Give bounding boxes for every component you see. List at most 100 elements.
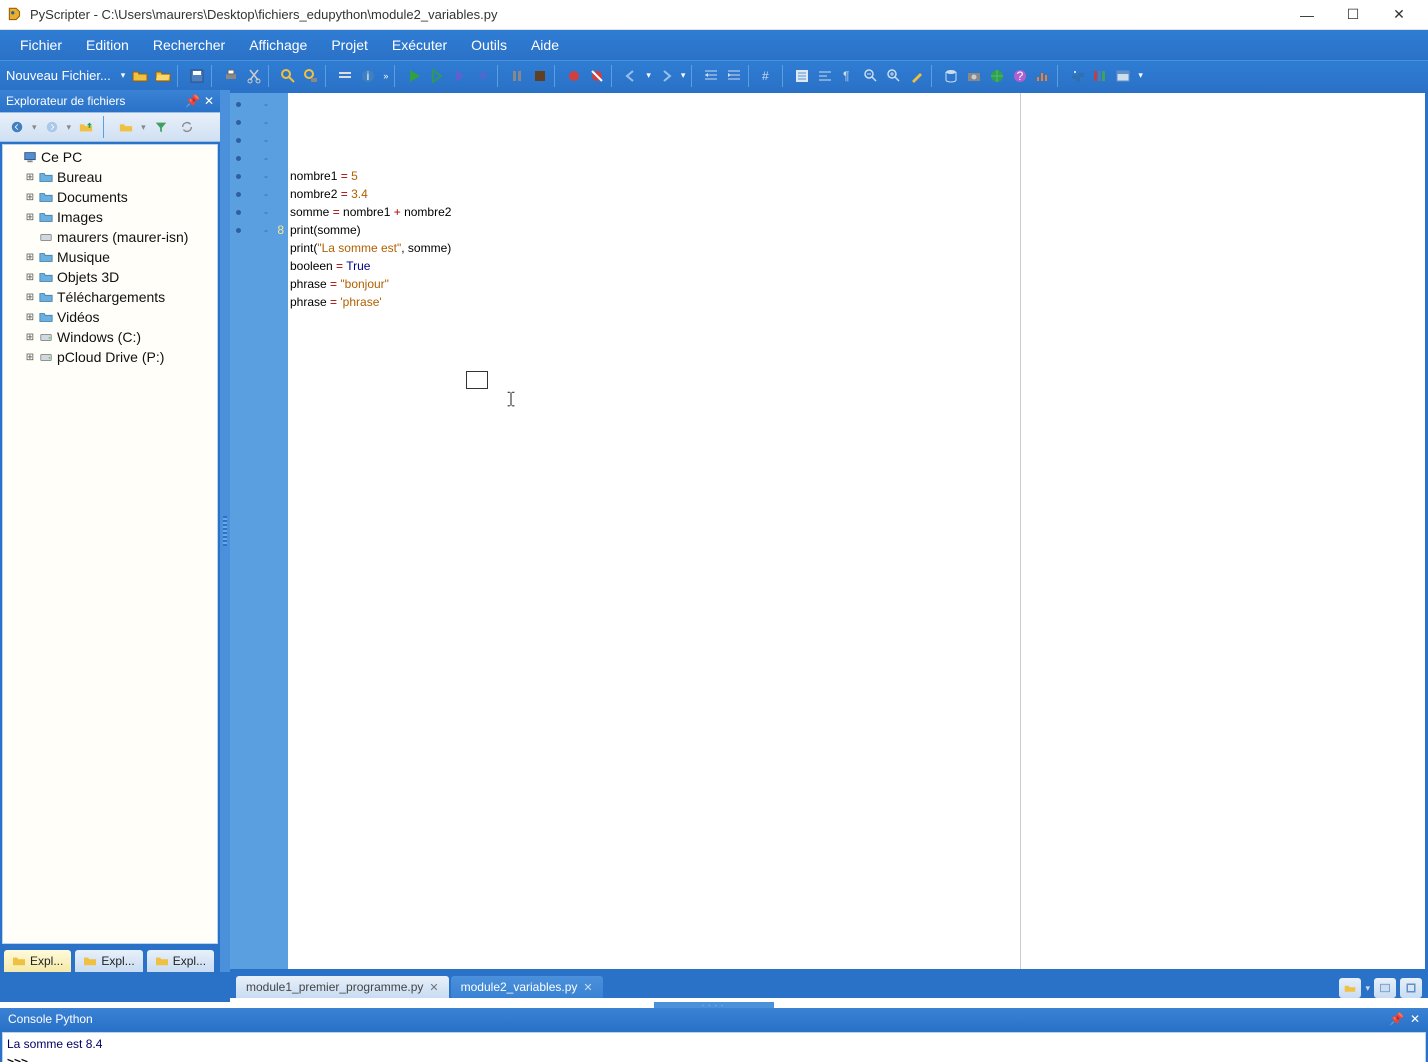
comment-icon[interactable]: # bbox=[757, 65, 779, 87]
tree-root[interactable]: Ce PC bbox=[3, 147, 217, 167]
cut-icon[interactable] bbox=[243, 65, 265, 87]
tree-item[interactable]: ⊞Documents bbox=[3, 187, 217, 207]
chevron-double-icon[interactable]: » bbox=[380, 71, 391, 81]
folder-icon bbox=[37, 210, 55, 224]
chevron-down-icon[interactable]: ▾ bbox=[118, 70, 129, 81]
clear-breakpoint-icon[interactable] bbox=[586, 65, 608, 87]
zoom-out-icon[interactable] bbox=[860, 65, 882, 87]
console-title: Console Python bbox=[8, 1012, 93, 1026]
menu-projet[interactable]: Projet bbox=[319, 30, 380, 60]
menu-edition[interactable]: Edition bbox=[74, 30, 141, 60]
open-file-icon[interactable] bbox=[129, 65, 151, 87]
close-button[interactable]: ✕ bbox=[1376, 0, 1422, 30]
breakpoint-icon[interactable] bbox=[563, 65, 585, 87]
help-icon[interactable]: ? bbox=[1009, 65, 1031, 87]
print-icon[interactable] bbox=[220, 65, 242, 87]
pause-icon[interactable] bbox=[506, 65, 528, 87]
expand-icon[interactable]: ⊞ bbox=[23, 172, 37, 183]
pin-icon[interactable]: 📌 bbox=[1389, 1012, 1404, 1026]
sidepanel-tab[interactable]: Expl... bbox=[4, 950, 71, 972]
camera-icon[interactable] bbox=[963, 65, 985, 87]
step-over-icon[interactable] bbox=[449, 65, 471, 87]
expand-icon[interactable]: ⊞ bbox=[23, 312, 37, 323]
outdent-icon[interactable] bbox=[723, 65, 745, 87]
tabs-max-icon[interactable] bbox=[1400, 978, 1422, 998]
db-icon[interactable] bbox=[940, 65, 962, 87]
expand-icon[interactable]: ⊞ bbox=[23, 352, 37, 363]
editor-tab[interactable]: module2_variables.py✕ bbox=[451, 976, 603, 998]
close-tab-icon[interactable]: ✕ bbox=[583, 981, 592, 994]
nav-back-icon[interactable] bbox=[620, 65, 642, 87]
stop-icon[interactable] bbox=[529, 65, 551, 87]
window-icon[interactable] bbox=[1112, 65, 1134, 87]
open-folder-icon[interactable] bbox=[152, 65, 174, 87]
search-icon[interactable] bbox=[277, 65, 299, 87]
python-icon[interactable] bbox=[1066, 65, 1088, 87]
tabs-open-icon[interactable] bbox=[1339, 978, 1361, 998]
menu-affichage[interactable]: Affichage bbox=[237, 30, 319, 60]
nav-forward-icon[interactable] bbox=[41, 116, 63, 138]
pin-icon[interactable]: 📌 bbox=[185, 94, 200, 108]
library-icon[interactable] bbox=[1089, 65, 1111, 87]
nav-forward-icon[interactable] bbox=[655, 65, 677, 87]
options-icon[interactable] bbox=[334, 65, 356, 87]
expand-icon[interactable]: ⊞ bbox=[23, 192, 37, 203]
lines-icon[interactable] bbox=[791, 65, 813, 87]
save-icon[interactable] bbox=[186, 65, 208, 87]
search-next-icon[interactable] bbox=[300, 65, 322, 87]
close-panel-icon[interactable]: ✕ bbox=[204, 94, 214, 108]
tree-item[interactable]: ⊞Téléchargements bbox=[3, 287, 217, 307]
filter-icon[interactable] bbox=[150, 116, 172, 138]
menu-aide[interactable]: Aide bbox=[519, 30, 571, 60]
tree-item[interactable]: maurers (maurer-isn) bbox=[3, 227, 217, 247]
wrap-icon[interactable] bbox=[814, 65, 836, 87]
sidepanel-tab[interactable]: Expl... bbox=[75, 950, 142, 972]
highlight-icon[interactable] bbox=[906, 65, 928, 87]
menu-fichier[interactable]: Fichier bbox=[8, 30, 74, 60]
tree-item[interactable]: ⊞pCloud Drive (P:) bbox=[3, 347, 217, 367]
tree-item[interactable]: ⊞Vidéos bbox=[3, 307, 217, 327]
nav-back-icon[interactable] bbox=[6, 116, 28, 138]
file-tree[interactable]: Ce PC⊞Bureau⊞Documents⊞Imagesmaurers (ma… bbox=[2, 144, 218, 944]
menu-bar: FichierEditionRechercherAffichageProjetE… bbox=[0, 30, 1428, 60]
new-file-button[interactable]: Nouveau Fichier... bbox=[4, 68, 117, 83]
menu-rechercher[interactable]: Rechercher bbox=[141, 30, 237, 60]
folder-browse-icon[interactable] bbox=[115, 116, 137, 138]
expand-icon[interactable]: ⊞ bbox=[23, 332, 37, 343]
maximize-button[interactable]: ☐ bbox=[1330, 0, 1376, 30]
expand-icon[interactable]: ⊞ bbox=[23, 272, 37, 283]
close-tab-icon[interactable]: ✕ bbox=[429, 981, 438, 994]
menu-exécuter[interactable]: Exécuter bbox=[380, 30, 459, 60]
tree-item[interactable]: ⊞Windows (C:) bbox=[3, 327, 217, 347]
tabs-list-icon[interactable] bbox=[1374, 978, 1396, 998]
chevron-down-icon[interactable]: ▾ bbox=[643, 70, 654, 81]
whitespace-icon[interactable]: ¶ bbox=[837, 65, 859, 87]
console-output[interactable]: La somme est 8.4>>>*** Console de proces… bbox=[2, 1032, 1426, 1062]
tree-item[interactable]: ⊞Musique bbox=[3, 247, 217, 267]
indent-icon[interactable] bbox=[700, 65, 722, 87]
run-icon[interactable] bbox=[403, 65, 425, 87]
tree-item[interactable]: ⊞Bureau bbox=[3, 167, 217, 187]
code-editor[interactable]: --------8 nombre1 = 5nombre2 = 3.4somme … bbox=[230, 93, 1425, 969]
globe-icon[interactable] bbox=[986, 65, 1008, 87]
info-icon[interactable]: i bbox=[357, 65, 379, 87]
menu-outils[interactable]: Outils bbox=[459, 30, 519, 60]
tree-item[interactable]: ⊞Objets 3D bbox=[3, 267, 217, 287]
debug-icon[interactable] bbox=[426, 65, 448, 87]
step-into-icon[interactable] bbox=[472, 65, 494, 87]
expand-icon[interactable]: ⊞ bbox=[23, 292, 37, 303]
refresh-icon[interactable] bbox=[176, 116, 198, 138]
close-console-icon[interactable]: ✕ bbox=[1410, 1012, 1420, 1026]
sidepanel-tab[interactable]: Expl... bbox=[147, 950, 214, 972]
chart-icon[interactable] bbox=[1032, 65, 1054, 87]
chevron-down-icon[interactable]: ▾ bbox=[678, 70, 689, 81]
tree-item[interactable]: ⊞Images bbox=[3, 207, 217, 227]
splitter-vertical[interactable] bbox=[220, 90, 230, 972]
zoom-in-icon[interactable] bbox=[883, 65, 905, 87]
expand-icon[interactable]: ⊞ bbox=[23, 212, 37, 223]
folder-up-icon[interactable] bbox=[75, 116, 97, 138]
editor-tab[interactable]: module1_premier_programme.py✕ bbox=[236, 976, 449, 998]
chevron-down-icon[interactable]: ▾ bbox=[1135, 70, 1146, 81]
expand-icon[interactable]: ⊞ bbox=[23, 252, 37, 263]
minimize-button[interactable]: — bbox=[1284, 0, 1330, 30]
